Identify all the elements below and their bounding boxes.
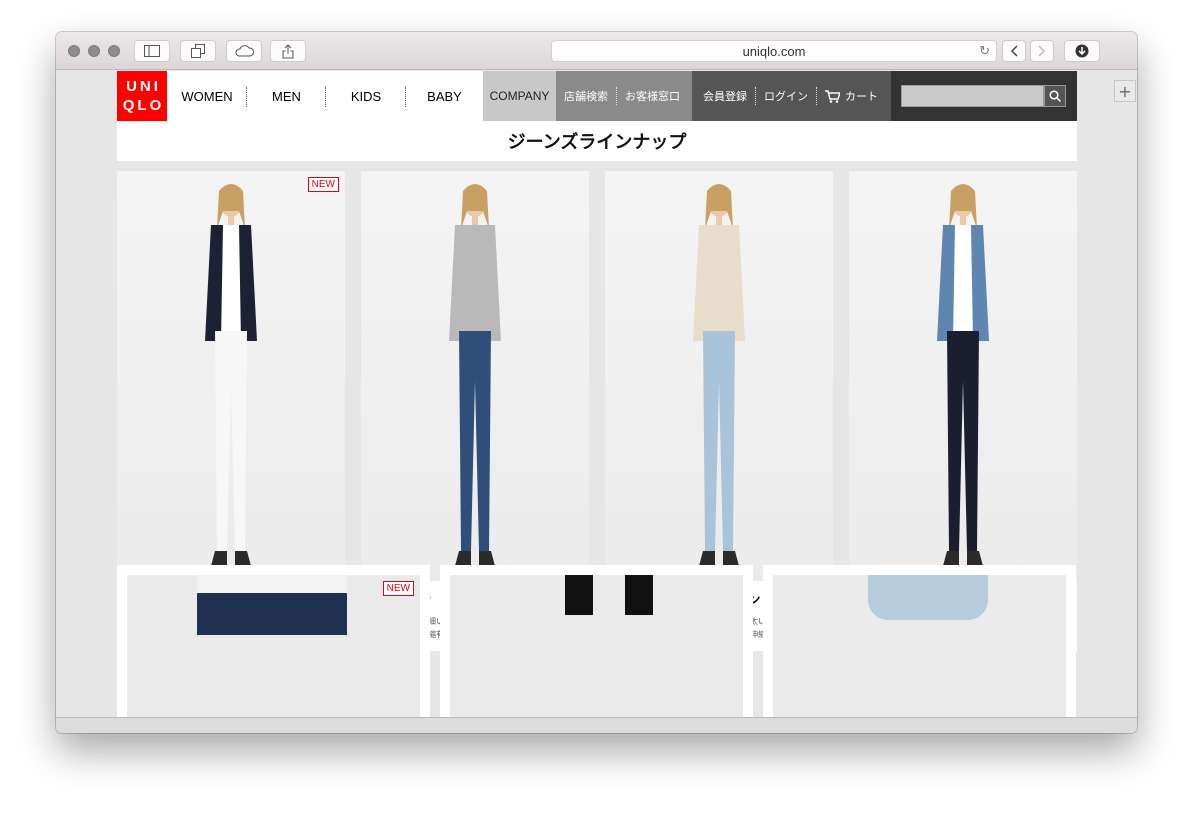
model-figure <box>937 184 989 566</box>
chevron-left-icon <box>1010 45 1018 57</box>
new-badge: NEW <box>307 177 339 192</box>
product-card[interactable] <box>763 565 1076 717</box>
close-window-button[interactable] <box>68 45 80 57</box>
model-figure <box>449 184 501 566</box>
product-card[interactable] <box>440 565 753 717</box>
url-text: uniqlo.com <box>742 43 806 59</box>
nav-baby[interactable]: BABY <box>406 71 483 121</box>
sidebar-toggle-button[interactable] <box>134 40 170 62</box>
search-area <box>891 71 1077 121</box>
cart-icon <box>825 89 840 103</box>
chevron-right-icon <box>1038 45 1046 57</box>
cloud-icon <box>235 45 254 57</box>
new-tab-button[interactable]: + <box>1114 80 1136 102</box>
nav-women[interactable]: WOMEN <box>167 71 247 121</box>
browser-window: uniqlo.com ↻ UNI QLO WOMEN MEN KIDS BABY… <box>56 32 1137 733</box>
tabs-overview-button[interactable] <box>180 40 216 62</box>
tabs-icon <box>191 44 205 58</box>
product-photo[interactable] <box>849 171 1077 581</box>
store-links: 店舗検索 お客様窓口 <box>556 71 692 121</box>
login-link[interactable]: ログイン <box>756 88 816 104</box>
cart-link[interactable]: カート <box>817 88 886 104</box>
browser-toolbar: uniqlo.com ↻ <box>56 32 1137 70</box>
model-figure <box>205 184 257 566</box>
icloud-tabs-button[interactable] <box>226 40 262 62</box>
register-link[interactable]: 会員登録 <box>692 88 755 104</box>
store-search-link[interactable]: 店舗検索 <box>556 88 616 104</box>
product-photo[interactable] <box>361 171 589 581</box>
minimize-window-button[interactable] <box>88 45 100 57</box>
download-icon <box>1075 44 1089 58</box>
product-photo[interactable] <box>450 575 743 717</box>
product-photo[interactable]: NEW <box>117 171 345 581</box>
model-figure <box>693 184 745 566</box>
web-viewport: UNI QLO WOMEN MEN KIDS BABY COMPANY 店舗検索… <box>56 71 1137 717</box>
search-icon <box>1049 90 1061 102</box>
page-title: ジーンズラインナップ <box>117 121 1077 161</box>
zoom-window-button[interactable] <box>108 45 120 57</box>
search-button[interactable] <box>1044 85 1066 107</box>
logo-line-1: UNI <box>126 78 161 95</box>
logo-line-2: QLO <box>122 97 165 114</box>
sidebar-icon <box>144 45 160 57</box>
site-header: UNI QLO WOMEN MEN KIDS BABY COMPANY 店舗検索… <box>117 71 1077 121</box>
uniqlo-logo[interactable]: UNI QLO <box>117 71 167 121</box>
reload-icon[interactable]: ↻ <box>979 43 990 59</box>
new-badge: NEW <box>382 581 414 596</box>
address-bar[interactable]: uniqlo.com ↻ <box>551 40 997 62</box>
search-input[interactable] <box>901 85 1044 107</box>
share-icon <box>282 43 294 58</box>
product-photo[interactable] <box>773 575 1066 717</box>
nav-kids[interactable]: KIDS <box>326 71 406 121</box>
product-photo[interactable]: NEW <box>127 575 420 717</box>
forward-button[interactable] <box>1030 40 1054 62</box>
status-bar <box>56 717 1137 733</box>
nav-company[interactable]: COMPANY <box>483 71 556 121</box>
back-button[interactable] <box>1002 40 1026 62</box>
downloads-button[interactable] <box>1064 40 1100 62</box>
cart-label: カート <box>845 90 878 103</box>
product-photo[interactable] <box>605 171 833 581</box>
product-card[interactable]: NEW <box>117 565 430 717</box>
share-button[interactable] <box>270 40 306 62</box>
customer-service-link[interactable]: お客様窓口 <box>617 88 688 104</box>
nav-men[interactable]: MEN <box>247 71 326 121</box>
member-links: 会員登録 ログイン カート <box>692 71 891 121</box>
